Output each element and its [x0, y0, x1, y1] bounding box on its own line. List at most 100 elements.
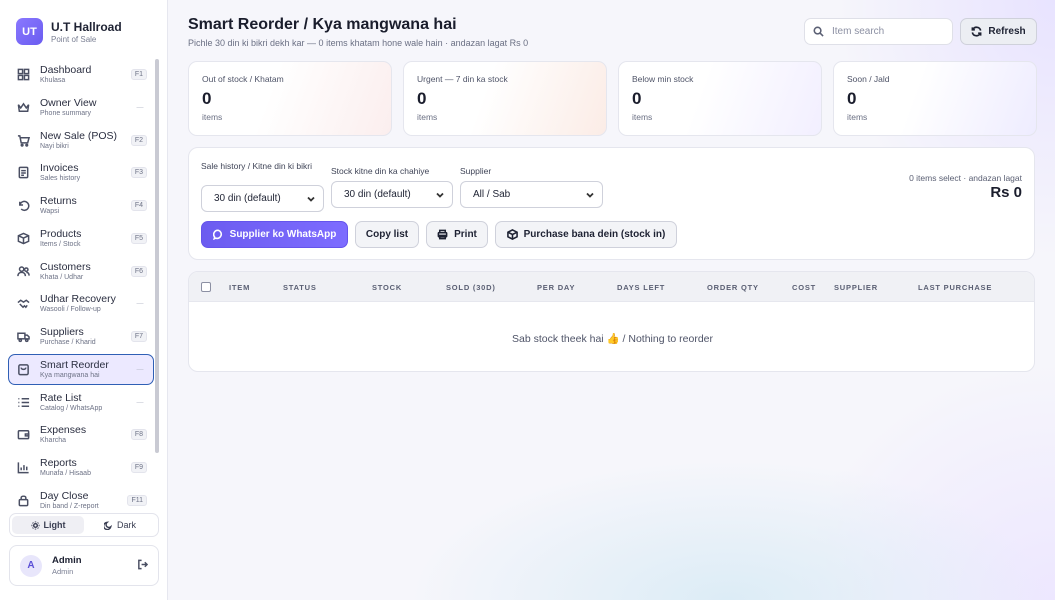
column-sold[interactable]: SOLD (30D) — [446, 283, 496, 292]
theme-light-button[interactable]: Light — [12, 516, 84, 534]
history-select-value: 30 din (default) — [214, 193, 281, 204]
stat-out-of-stock[interactable]: Out of stock / Khatam 0 items — [188, 61, 392, 136]
sun-icon — [30, 520, 40, 530]
sidebar-item-sub: Phone summary — [40, 109, 91, 117]
sidebar-item-suppliers[interactable]: Suppliers Purchase / Kharid F7 — [8, 321, 154, 352]
bag-icon — [17, 363, 30, 376]
nav-text: Rate List Catalog / WhatsApp — [40, 392, 133, 413]
sidebar-item-dashboard[interactable]: Dashboard Khulasa F1 — [8, 59, 154, 90]
filter-panel: Sale history / Kitne din ki bikri 30 din… — [188, 147, 1035, 260]
shortcut-key: — — [136, 300, 144, 308]
sidebar-item-customers[interactable]: Customers Khata / Udhar F6 — [8, 256, 154, 287]
column-status[interactable]: STATUS — [283, 283, 317, 292]
stat-soon[interactable]: Soon / Jald 0 items — [833, 61, 1037, 136]
stat-value: 0 — [632, 89, 642, 108]
stock-days-select[interactable]: 30 din (default) — [331, 181, 453, 208]
moon-icon — [103, 521, 112, 530]
logout-icon[interactable] — [137, 557, 149, 575]
print-button[interactable]: Print — [426, 221, 488, 248]
column-stock[interactable]: STOCK — [372, 283, 402, 292]
nav-text: Day Close Din band / Z-report — [40, 490, 127, 511]
nav-text: Suppliers Purchase / Kharid — [40, 326, 131, 347]
stat-urgent[interactable]: Urgent — 7 din ka stock 0 items — [403, 61, 607, 136]
shortcut-key: F5 — [130, 232, 147, 244]
sidebar-item-sub: Catalog / WhatsApp — [40, 404, 103, 412]
nav-text: Owner View Phone summary — [40, 97, 133, 118]
lock-icon — [17, 494, 30, 507]
item-search[interactable] — [804, 18, 953, 45]
refresh-button[interactable]: Refresh — [960, 18, 1037, 45]
page-title: Smart Reorder / Kya mangwana hai — [188, 16, 457, 33]
page-header: Smart Reorder / Kya mangwana hai Pichle … — [188, 16, 528, 48]
table-header: ITEM STATUS STOCK SOLD (30D) PER DAY DAY… — [189, 272, 1034, 302]
nav-text: Customers Khata / Udhar — [40, 261, 131, 282]
empty-state-message: Sab stock theek hai 👍 / Nothing to reord… — [511, 333, 713, 345]
shortcut-key: F4 — [130, 200, 147, 211]
chart-icon — [17, 461, 30, 474]
package-icon — [506, 229, 518, 240]
sidebar-item-day-close[interactable]: Day Close Din band / Z-report F11 — [8, 485, 154, 516]
sidebar-item-label: Smart Reorder — [40, 358, 109, 371]
shortcut-key: — — [136, 398, 144, 406]
sidebar-item-owner-view[interactable]: Owner View Phone summary — — [8, 92, 154, 123]
dashboard-icon — [17, 68, 30, 81]
supplier-select[interactable]: All / Sab — [460, 181, 603, 208]
user-card: A Admin Admin — [9, 545, 159, 586]
sidebar-item-label: Customers — [40, 260, 91, 273]
sidebar-item-label: Rate List — [40, 391, 82, 404]
sidebar-item-label: Returns — [40, 195, 77, 207]
sidebar-item-new-sale[interactable]: New Sale (POS) Nayi bikri F2 — [8, 125, 154, 156]
history-select[interactable]: 30 din (default) — [201, 185, 324, 212]
column-item[interactable]: ITEM — [229, 283, 250, 292]
sidebar-scrollbar[interactable] — [155, 59, 159, 453]
avatar: A — [20, 554, 42, 577]
sidebar-item-sub: Khata / Udhar — [40, 273, 84, 281]
column-days-left[interactable]: DAYS LEFT — [617, 283, 665, 292]
printer-icon — [437, 229, 448, 240]
stat-label: Below min stock — [632, 74, 694, 84]
sidebar-item-smart-reorder[interactable]: Smart Reorder Kya mangwana hai — — [8, 353, 154, 385]
sidebar-item-reports[interactable]: Reports Munafa / Hisaab F9 — [8, 452, 154, 483]
sidebar-item-label: Reports — [40, 457, 77, 469]
nav-text: Invoices Sales history — [40, 162, 131, 183]
stat-value: 0 — [202, 89, 212, 108]
brand-name: U.T Hallroad — [51, 19, 122, 34]
whatsapp-supplier-button[interactable]: Supplier ko WhatsApp — [201, 221, 348, 248]
sidebar-item-label: Invoices — [40, 162, 79, 175]
sidebar-item-invoices[interactable]: Invoices Sales history F3 — [8, 157, 154, 188]
theme-dark-button[interactable]: Dark — [84, 516, 156, 534]
column-per-day[interactable]: PER DAY — [537, 283, 575, 292]
sidebar-item-udhar-recovery[interactable]: Udhar Recovery Wasooli / Follow-up — — [8, 288, 154, 319]
supplier-label: Supplier — [460, 166, 492, 176]
return-icon — [17, 199, 30, 212]
column-order-qty[interactable]: ORDER QTY — [707, 283, 759, 292]
stat-below-min[interactable]: Below min stock 0 items — [618, 61, 822, 136]
estimated-cost: Rs 0 — [990, 184, 1022, 201]
column-cost[interactable]: COST — [792, 283, 816, 292]
user-role: Admin — [52, 567, 74, 576]
column-last-purchase[interactable]: LAST PURCHASE — [918, 283, 992, 292]
shortcut-key: F6 — [130, 265, 147, 277]
list-icon — [17, 396, 30, 409]
select-all-checkbox[interactable] — [201, 282, 211, 292]
sidebar-item-products[interactable]: Products Items / Stock F5 — [8, 223, 154, 254]
sidebar-item-label: Udhar Recovery — [40, 293, 116, 306]
column-supplier[interactable]: SUPPLIER — [834, 283, 878, 292]
search-input[interactable] — [832, 26, 942, 37]
sidebar-item-sub: Din band / Z-report — [40, 502, 99, 510]
sidebar-item-label: Products — [40, 227, 82, 240]
sidebar-item-returns[interactable]: Returns Wapsi F4 — [8, 190, 154, 221]
sidebar-item-sub: Munafa / Hisaab — [40, 470, 91, 477]
sidebar-item-rate-list[interactable]: Rate List Catalog / WhatsApp — — [8, 387, 154, 418]
stat-label: Soon / Jald — [847, 74, 890, 84]
box-icon — [17, 232, 30, 245]
shortcut-key: — — [136, 365, 144, 373]
sidebar-item-sub: Khulasa — [40, 77, 66, 84]
handshake-icon — [17, 297, 30, 310]
copy-list-button[interactable]: Copy list — [355, 221, 419, 248]
sidebar-item-expenses[interactable]: Expenses Kharcha F8 — [8, 419, 154, 450]
truck-icon — [17, 330, 30, 343]
stat-label: Urgent — 7 din ka stock — [417, 74, 508, 84]
sidebar-item-label: Dashboard — [40, 64, 92, 76]
create-purchase-button[interactable]: Purchase bana dein (stock in) — [495, 221, 677, 248]
